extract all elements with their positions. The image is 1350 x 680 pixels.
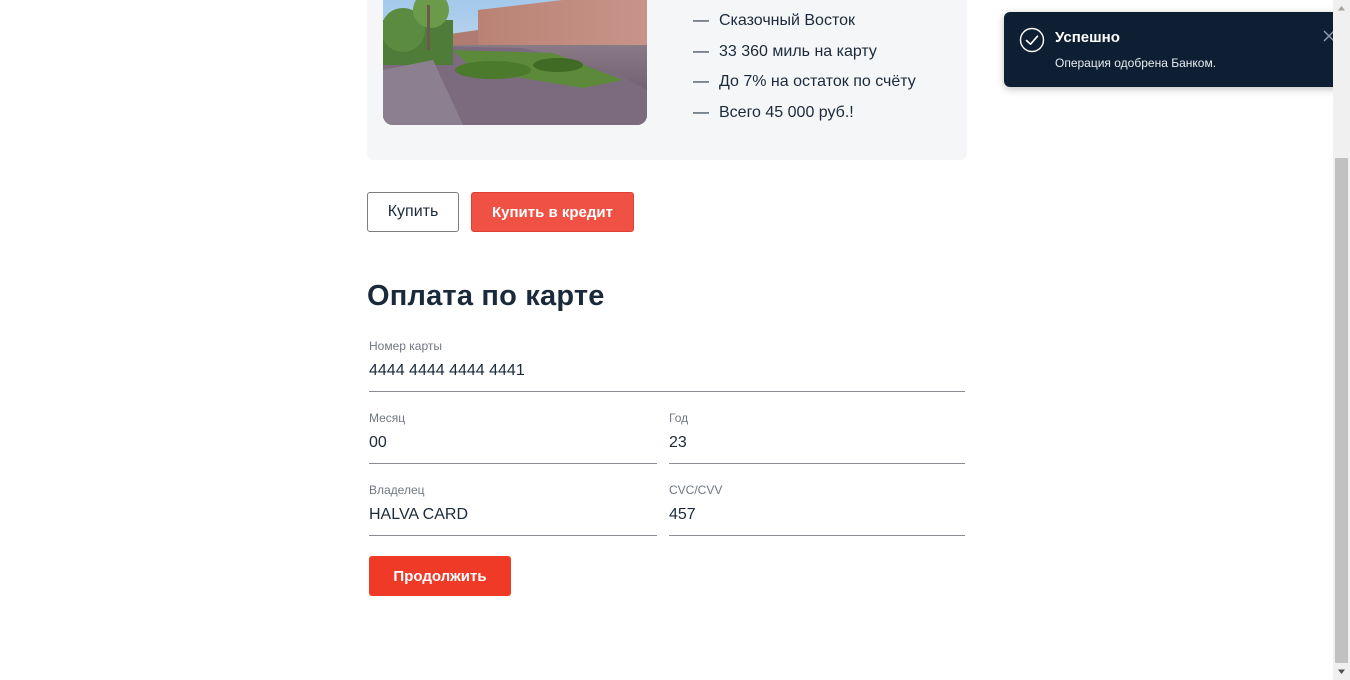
offer-features-list: — Сказочный Восток —33 360 миль на карту …: [693, 10, 916, 132]
scroll-up-arrow-icon[interactable]: [1333, 0, 1350, 17]
card-number-label: Номер карты: [369, 339, 442, 353]
offer-feature: — До 7% на остаток по счёту: [693, 73, 916, 90]
continue-button[interactable]: Продолжить: [369, 556, 511, 596]
field-underline: [369, 391, 965, 392]
cvc-field: CVC/CVV: [669, 482, 965, 536]
offer-feature: —33 360 миль на карту: [693, 42, 877, 60]
card-number-field: Номер карты: [369, 338, 965, 392]
payment-form-title: Оплата по карте: [367, 280, 605, 312]
field-underline: [369, 535, 657, 536]
offer-feature: — Всего 45 000 руб.!: [693, 103, 854, 121]
scroll-down-arrow-icon[interactable]: [1333, 663, 1350, 680]
year-label: Год: [669, 411, 689, 425]
toast-title: Успешно: [1055, 29, 1120, 46]
field-underline: [369, 463, 657, 464]
field-underline: [669, 463, 965, 464]
month-label: Месяц: [369, 411, 406, 425]
buy-credit-button[interactable]: Купить в кредит: [471, 192, 634, 232]
year-input[interactable]: [669, 432, 965, 454]
page-scrollbar[interactable]: [1333, 0, 1350, 680]
offer-photo: [383, 0, 647, 125]
cvc-input[interactable]: [669, 504, 965, 526]
success-toast: Успешно Операция одобрена Банком.: [1004, 12, 1344, 87]
cvc-label: CVC/CVV: [669, 483, 723, 497]
month-input[interactable]: [369, 432, 657, 454]
owner-input[interactable]: [369, 504, 657, 526]
scrollbar-thumb[interactable]: [1335, 158, 1348, 663]
buy-button[interactable]: Купить: [367, 192, 459, 232]
year-field: Год: [669, 410, 965, 464]
check-circle-icon: [1019, 27, 1045, 53]
owner-label: Владелец: [369, 483, 425, 497]
toast-message: Операция одобрена Банком.: [1055, 56, 1217, 70]
field-underline: [669, 535, 965, 536]
offer-feature: — Сказочный Восток: [693, 12, 855, 29]
owner-field: Владелец: [369, 482, 657, 536]
card-number-input[interactable]: [369, 360, 965, 382]
month-field: Месяц: [369, 410, 657, 464]
